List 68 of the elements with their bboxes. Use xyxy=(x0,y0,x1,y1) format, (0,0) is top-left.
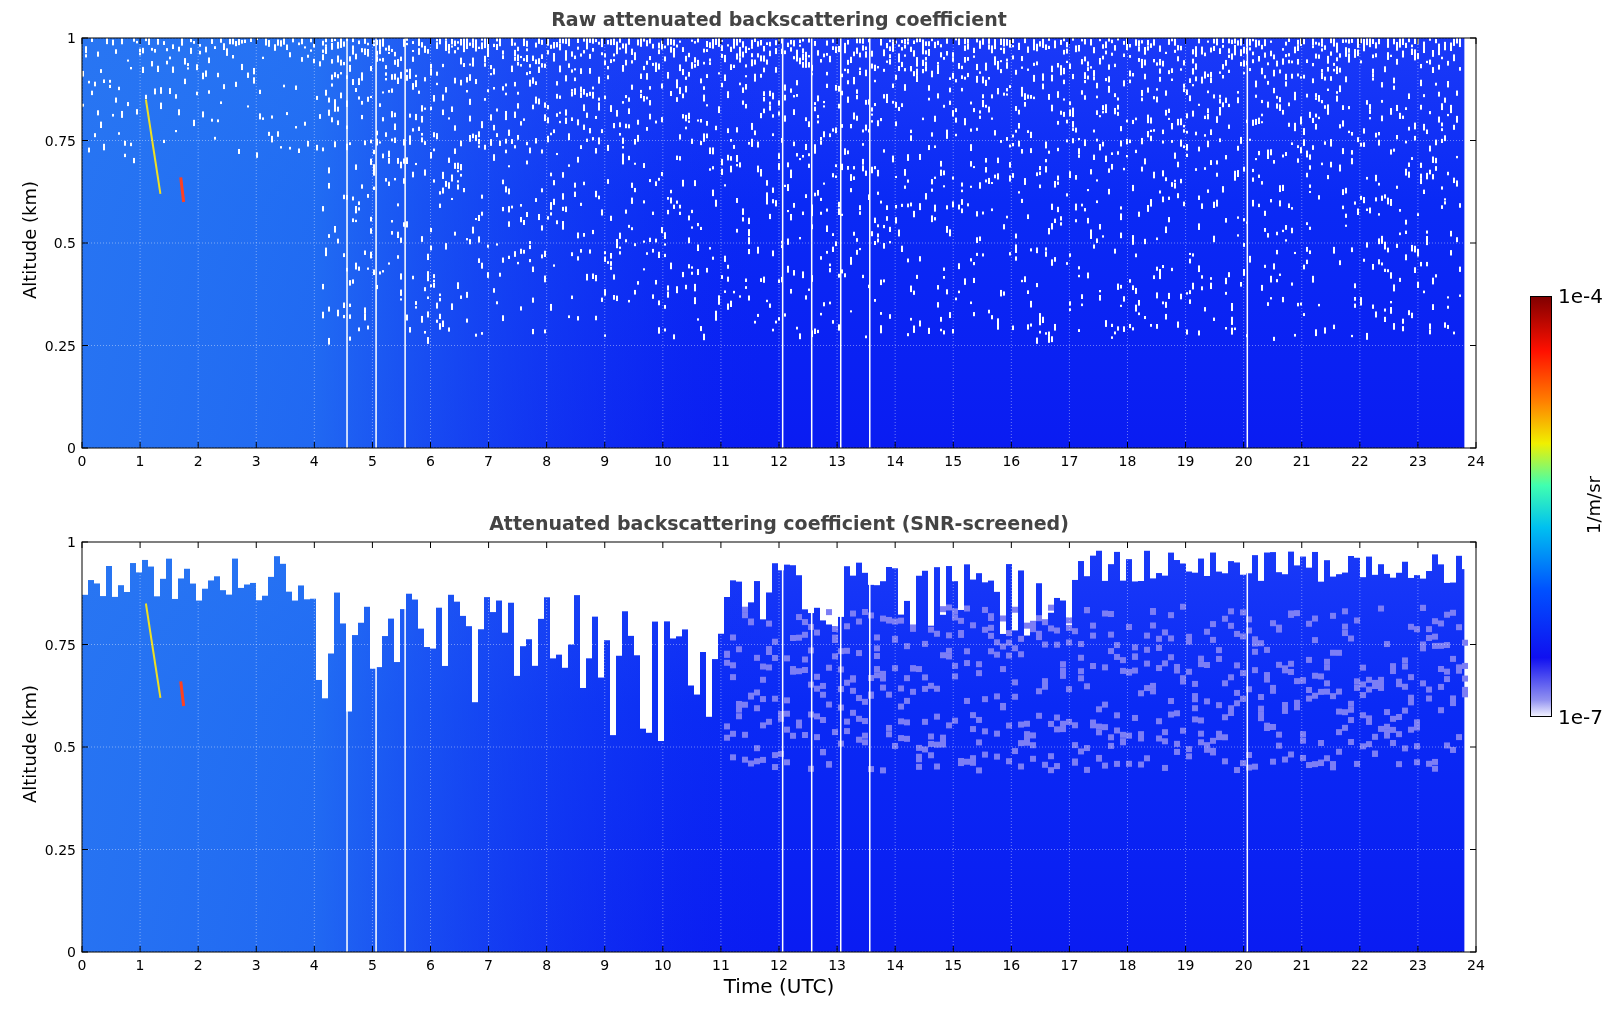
tick-label: 1 xyxy=(67,535,76,549)
tick-label: 13 xyxy=(828,958,846,972)
tick-label: 12 xyxy=(770,454,788,468)
tick-label: 6 xyxy=(426,958,435,972)
axis-label: Altitude (km) xyxy=(21,683,39,806)
tick-label: 20 xyxy=(1234,454,1253,468)
tick-label: 2 xyxy=(193,958,203,972)
tick-label: 7 xyxy=(484,958,494,972)
tick-label: 9 xyxy=(600,958,610,972)
tick-label: 1 xyxy=(67,31,76,45)
tick-label: 0.75 xyxy=(44,637,76,652)
tick-label: 8 xyxy=(542,454,552,468)
colorbar-tick-label: 1e-4 xyxy=(1558,286,1603,306)
axis-label: Altitude (km) xyxy=(21,179,39,302)
tick-label: 19 xyxy=(1176,958,1195,972)
tick-label: 18 xyxy=(1118,958,1137,972)
tick-label: 6 xyxy=(426,454,435,468)
tick-label: 0.5 xyxy=(53,236,76,250)
tick-label: 0 xyxy=(67,945,76,959)
tick-label: 20 xyxy=(1234,958,1253,972)
tick-label: 9 xyxy=(600,454,610,468)
tick-label: 11 xyxy=(712,958,730,972)
tick-label: 1 xyxy=(135,958,145,972)
tick-label: 19 xyxy=(1176,454,1195,468)
tick-label: 8 xyxy=(542,958,552,972)
tick-label: 14 xyxy=(886,958,905,972)
tick-label: 3 xyxy=(251,958,261,972)
tick-label: 2 xyxy=(193,454,203,468)
tick-label: 1 xyxy=(135,454,145,468)
colorbar-label: 1/m/sr xyxy=(1585,475,1603,536)
tick-label: 5 xyxy=(367,958,377,972)
tick-label: 12 xyxy=(770,958,788,972)
tick-label: 0.75 xyxy=(44,133,76,148)
tick-label: 18 xyxy=(1118,454,1137,468)
tick-label: 5 xyxy=(367,454,377,468)
tick-label: 23 xyxy=(1409,454,1427,468)
tick-label: 7 xyxy=(484,454,494,468)
axis-label: Time (UTC) xyxy=(723,976,835,996)
tick-label: 23 xyxy=(1409,958,1427,972)
tick-label: 0.5 xyxy=(53,740,76,754)
tick-label: 10 xyxy=(653,454,672,468)
tick-label: 22 xyxy=(1350,958,1369,972)
tick-label: 16 xyxy=(1002,454,1021,468)
tick-label: 0.25 xyxy=(44,338,76,353)
tick-label: 13 xyxy=(828,454,846,468)
tick-label: 15 xyxy=(944,958,963,972)
tick-label: 17 xyxy=(1060,958,1079,972)
tick-label: 11 xyxy=(712,454,730,468)
tick-label: 4 xyxy=(309,454,319,468)
tick-label: 15 xyxy=(944,454,963,468)
tick-label: 22 xyxy=(1350,454,1369,468)
tick-label: 21 xyxy=(1292,454,1311,468)
tick-label: 14 xyxy=(886,454,905,468)
tick-label: 17 xyxy=(1060,454,1079,468)
tick-label: 4 xyxy=(309,958,319,972)
tick-label: 3 xyxy=(251,454,261,468)
tick-label: 24 xyxy=(1467,958,1485,972)
tick-label: 16 xyxy=(1002,958,1021,972)
tick-label: 0 xyxy=(77,454,87,468)
tick-label: 24 xyxy=(1467,454,1485,468)
tick-label: 21 xyxy=(1292,958,1311,972)
tick-label: 0.25 xyxy=(44,842,76,857)
colorbar-tick-label: 1e-7 xyxy=(1558,707,1603,727)
tick-label: 0 xyxy=(67,441,76,455)
plot-title: Attenuated backscattering coefficient (SNR-screened) xyxy=(489,510,1069,536)
tick-label: 0 xyxy=(77,958,87,972)
plot-title: Raw attenuated backscattering coefficient xyxy=(551,6,1007,32)
tick-label: 10 xyxy=(653,958,672,972)
